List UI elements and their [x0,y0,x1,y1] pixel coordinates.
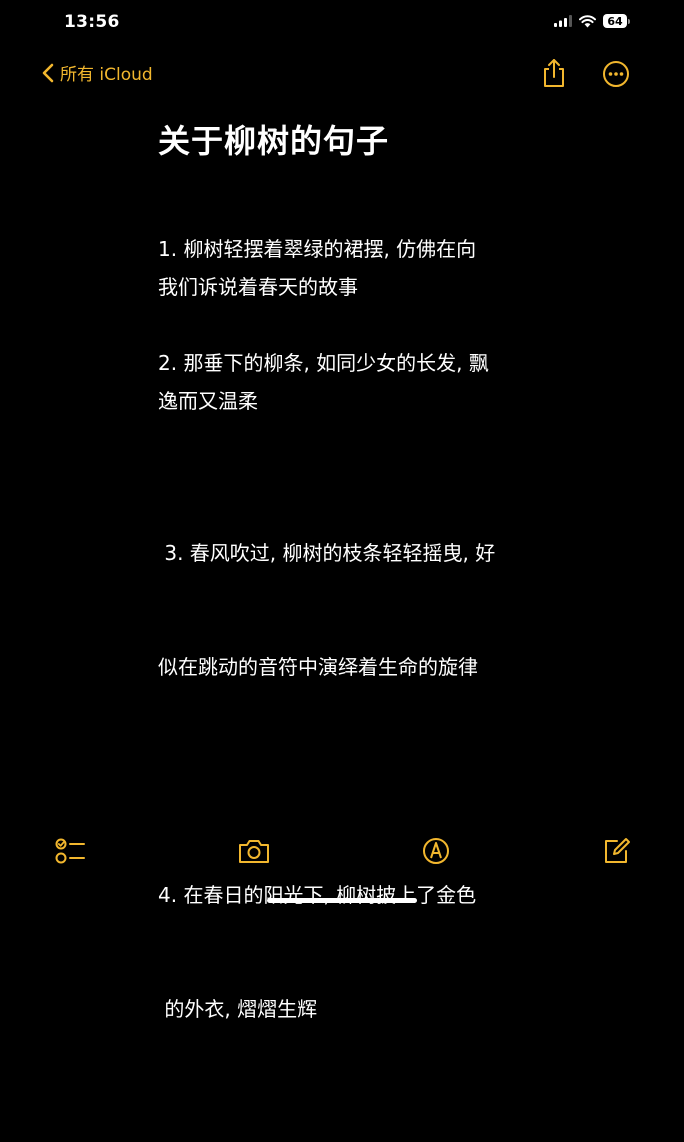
battery-level: 64 [603,14,627,28]
home-indicator[interactable] [267,898,417,903]
note-title[interactable]: 关于柳树的句子 [158,116,389,162]
markup-pen-icon [423,838,449,864]
note-line: 我们诉说着春天的故事 [158,275,358,299]
more-button[interactable] [602,60,630,88]
status-icons: 64 [554,14,630,28]
checklist-icon [55,838,85,864]
share-button[interactable] [540,57,568,89]
note-line: 的外衣, 熠熠生辉 [158,997,318,1021]
note-line: 4. 在春日的阳光下, 柳树披上了金色 [158,883,477,907]
note-body[interactable]: 1. 柳树轻摆着翠绿的裙摆, 仿佛在向 我们诉说着春天的故事 2. 那垂下的柳条… [158,230,548,1142]
note-paragraph-1: 1. 柳树轻摆着翠绿的裙摆, 仿佛在向 我们诉说着春天的故事 [158,230,548,306]
ellipsis-circle-icon [603,61,629,87]
back-button[interactable]: 所有 iCloud [42,60,153,85]
note-line: 逸而又温柔 [158,389,258,413]
chevron-left-icon [42,63,54,82]
bottom-toolbar [0,830,684,874]
checklist-button[interactable] [54,836,88,866]
note-paragraph-2: 2. 那垂下的柳条, 如同少女的长发, 飘 逸而又温柔 [158,344,548,420]
note-line: 2. 那垂下的柳条, 如同少女的长发, 飘 [158,351,489,375]
share-icon [544,59,564,87]
note-line: 3. 春风吹过, 柳树的枝条轻轻摇曳, 好 [158,541,496,565]
note-line: 1. 柳树轻摆着翠绿的裙摆, 仿佛在向 [158,237,477,261]
status-bar: 13:56 64 [0,0,684,48]
camera-button[interactable] [237,836,271,866]
battery-icon: 64 [603,14,630,28]
note-line: 似在跳动的音符中演绎着生命的旋律 [158,655,478,679]
markup-button[interactable] [419,836,453,866]
compose-button[interactable] [600,836,634,866]
camera-icon [239,840,269,863]
nav-bar: 所有 iCloud [0,52,684,96]
note-paragraph-3: 3. 春风吹过, 柳树的枝条轻轻摇曳, 好 似在跳动的音符中演绎着生命的旋律 [158,458,548,762]
cellular-signal-icon [554,15,572,27]
back-label: 所有 iCloud [60,65,153,85]
status-time: 13:56 [64,12,120,32]
compose-icon [605,838,630,863]
wifi-icon [579,14,596,27]
